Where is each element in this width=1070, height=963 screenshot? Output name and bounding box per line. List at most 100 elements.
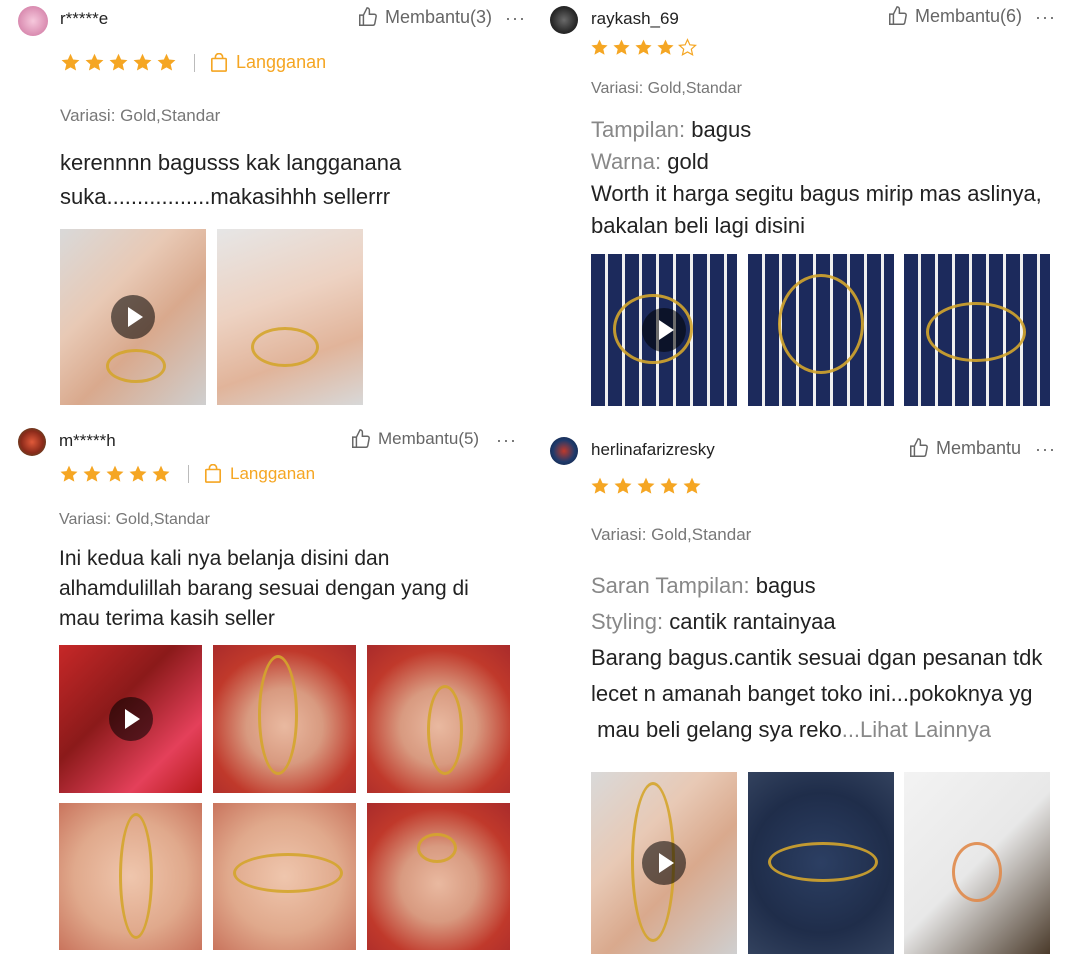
more-icon[interactable]: ··· [496, 430, 517, 451]
play-icon[interactable] [108, 697, 153, 741]
review-image-thumbnail[interactable] [217, 229, 363, 405]
helpful-label: Membantu [936, 437, 1022, 458]
bracelet-image [768, 842, 878, 882]
bracelet-image [251, 327, 319, 367]
helpful-count: Membantu(6) [915, 5, 1023, 26]
variation-text: Variasi: Gold,Standar [591, 525, 752, 544]
bracelet-image [258, 655, 298, 775]
divider [194, 53, 195, 72]
helpful-button[interactable]: Membantu(6) [887, 5, 1022, 27]
bracelet-image [417, 833, 457, 863]
subscription-badge: Langganan [204, 464, 315, 484]
star-icon [109, 53, 128, 71]
review-video-thumbnail[interactable] [60, 229, 206, 405]
bracelet-image [926, 302, 1026, 362]
star-icon [61, 53, 80, 71]
helpful-button[interactable]: Membantu(3) [357, 6, 492, 28]
star-icon [152, 465, 170, 482]
review-line: Barang bagus.cantik sesuai dgan pesanan … [591, 645, 1043, 670]
more-icon[interactable]: ··· [1035, 439, 1056, 460]
review-line: lecet n amanah banget toko ini...pokokny… [591, 681, 1033, 706]
review-line: Ini kedua kali nya belanja disini dan [59, 547, 390, 570]
rating-stars [590, 476, 702, 496]
star-icon [591, 39, 608, 55]
review-image-thumbnail[interactable] [59, 803, 202, 950]
review-card: raykash_69 Membantu(6) ··· Variasi: Gold… [540, 0, 1070, 415]
play-icon[interactable] [642, 841, 686, 885]
play-icon[interactable] [111, 295, 155, 339]
star-icon [85, 53, 104, 71]
review-text: Tampilan: bagus Warna: gold Worth it har… [591, 114, 1066, 242]
rating-stars: Langganan [60, 52, 326, 73]
helpful-button[interactable]: Membantu [908, 437, 1021, 459]
review-image-thumbnail[interactable] [748, 254, 894, 406]
review-attribute: Styling: cantik rantainyaa [591, 604, 1061, 640]
username: raykash_69 [591, 9, 679, 28]
bracelet-image [778, 274, 864, 374]
star-icon [637, 477, 655, 494]
review-attribute: Tampilan: bagus [591, 114, 1066, 146]
play-icon[interactable] [642, 308, 686, 352]
review-line: mau beli gelang sya reko...Lihat Lainnya [591, 712, 1061, 748]
shopping-bag-icon [204, 464, 222, 483]
attribute-label: Styling: [591, 609, 664, 634]
variation-text: Variasi: Gold,Standar [59, 511, 210, 528]
bracelet-image [427, 685, 463, 775]
review-image-thumbnail[interactable] [904, 254, 1050, 406]
review-image-thumbnail[interactable] [213, 803, 356, 950]
star-icon [60, 465, 78, 482]
star-icon [613, 39, 630, 55]
star-icon [83, 465, 101, 482]
avatar[interactable] [550, 437, 578, 465]
review-image-thumbnail[interactable] [748, 772, 894, 954]
star-icon [106, 465, 124, 482]
review-line: Worth it harga segitu bagus mirip mas as… [591, 181, 1042, 206]
shopping-bag-icon [210, 52, 228, 72]
review-line: bakalan beli lagi disini [591, 213, 806, 238]
star-icon [660, 477, 678, 494]
review-image-thumbnail[interactable] [367, 645, 510, 793]
helpful-count: Membantu(3) [385, 6, 493, 27]
star-icon [129, 465, 147, 482]
see-more-link[interactable]: ...Lihat Lainnya [842, 717, 991, 742]
attribute-value: bagus [755, 573, 816, 598]
review-image-thumbnail[interactable] [367, 803, 510, 950]
attribute-label: Tampilan: [591, 117, 686, 142]
review-video-thumbnail[interactable] [591, 772, 737, 954]
helpful-button[interactable]: Membantu(5) [350, 428, 479, 450]
review-card: m*****h Membantu(5) ··· Langganan Varias… [0, 420, 530, 963]
review-video-thumbnail[interactable] [59, 645, 202, 793]
review-text: kerennnn bagusss kak langganana suka....… [60, 146, 520, 214]
thumbs-up-icon [889, 6, 907, 25]
avatar[interactable] [18, 6, 48, 36]
username: r*****e [60, 9, 109, 28]
subscription-label: Langganan [230, 464, 316, 483]
thumbs-up-icon [910, 438, 928, 457]
star-icon [591, 477, 609, 494]
more-icon[interactable]: ··· [1035, 7, 1056, 28]
review-video-thumbnail[interactable] [591, 254, 737, 406]
bracelet-image [233, 853, 343, 893]
review-image-thumbnail[interactable] [904, 772, 1050, 954]
rating-stars [590, 38, 697, 57]
review-attribute: Saran Tampilan: bagus [591, 568, 1061, 604]
review-image-thumbnail[interactable] [213, 645, 356, 793]
review-line-text: mau beli gelang sya reko [591, 717, 842, 742]
attribute-label: Saran Tampilan: [591, 573, 750, 598]
helpful-count: Membantu(5) [378, 429, 480, 448]
attribute-label: Warna: [591, 149, 662, 174]
more-icon[interactable]: ··· [505, 8, 526, 29]
avatar[interactable] [18, 428, 46, 456]
review-line: alhamdulillah barang sesuai dengan yang … [59, 577, 469, 600]
star-icon [614, 477, 632, 494]
subscription-badge: Langganan [210, 52, 326, 73]
review-card: herlinafarizresky Membantu ··· Variasi: … [540, 420, 1070, 963]
star-icon [635, 39, 652, 55]
review-text: Ini kedua kali nya belanja disini dan al… [59, 544, 524, 634]
review-line: kerennnn bagusss kak langganana [60, 150, 402, 175]
attribute-value: gold [667, 149, 709, 174]
avatar[interactable] [550, 6, 578, 34]
star-icon [157, 53, 176, 71]
username: herlinafarizresky [591, 440, 715, 459]
bracelet-image [952, 842, 1002, 902]
